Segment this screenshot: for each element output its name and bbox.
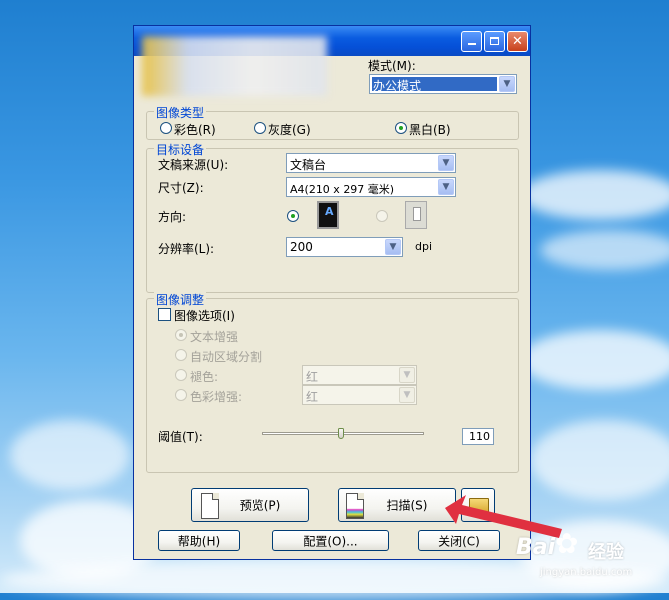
maximize-button[interactable]: [484, 31, 505, 52]
chevron-down-icon[interactable]: ▼: [399, 367, 415, 383]
color-enhance-value: 红: [306, 390, 319, 404]
image-type-title: 图像类型: [154, 104, 207, 121]
radio-color-label[interactable]: 彩色(R): [174, 121, 216, 138]
portrait-icon: A: [317, 201, 339, 229]
chevron-down-icon[interactable]: ▼: [438, 179, 454, 195]
auto-area-label[interactable]: 自动区域分割: [190, 348, 262, 365]
radio-bw-label[interactable]: 黑白(B): [409, 121, 451, 138]
landscape-icon: [405, 201, 427, 229]
cloud: [520, 330, 669, 390]
cloud: [0, 560, 669, 600]
chevron-down-icon[interactable]: ▼: [399, 387, 415, 403]
paw-icon: ✿: [555, 527, 579, 560]
minimize-icon: [467, 43, 476, 45]
radio-gray-label[interactable]: 灰度(G): [268, 121, 311, 138]
config-button[interactable]: 配置(O)...: [272, 530, 389, 551]
resolution-label: 分辨率(L):: [158, 242, 215, 256]
watermark-suffix: 经验: [588, 542, 624, 563]
size-value: A4(210 x 297 毫米): [290, 183, 395, 196]
threshold-input[interactable]: 110: [462, 428, 494, 445]
maximize-icon: [490, 37, 499, 45]
image-option-label[interactable]: 图像选项(I): [174, 307, 235, 324]
pointer-arrow-icon: [445, 495, 562, 538]
size-select[interactable]: A4(210 x 297 毫米) ▼: [286, 177, 456, 197]
watermark-brand: Bai: [516, 535, 556, 560]
cloud: [540, 230, 669, 270]
minimize-button[interactable]: [461, 31, 482, 52]
preview-button[interactable]: 预览(P): [191, 488, 309, 522]
mode-label: 模式(M):: [368, 59, 416, 73]
image-adjust-title: 图像调整: [154, 291, 207, 308]
radio-color-enhance[interactable]: [175, 389, 187, 401]
color-enhance-select[interactable]: 红 ▼: [302, 385, 417, 405]
source-label: 文稿来源(U):: [158, 158, 229, 172]
dropout-value: 红: [306, 370, 319, 384]
mode-value: 办公模式: [373, 79, 422, 93]
chevron-down-icon[interactable]: ▼: [438, 155, 454, 171]
dropout-select[interactable]: 红 ▼: [302, 365, 417, 385]
dropout-label[interactable]: 褪色:: [190, 368, 218, 385]
scan-button-label: 扫描(S): [386, 498, 428, 513]
blurred-logo: [142, 36, 327, 96]
radio-text-enhance[interactable]: [175, 329, 187, 341]
cloud: [10, 420, 130, 490]
scan-dialog: ✕ 模式(M): 办公模式 ▼ 图像类型 彩色(R) 灰度(G) 黑白(B) 目…: [133, 25, 531, 560]
scan-button[interactable]: 扫描(S): [338, 488, 456, 522]
radio-color[interactable]: [160, 122, 172, 134]
radio-bw[interactable]: [395, 122, 407, 134]
radio-gray[interactable]: [254, 122, 266, 134]
radio-dropout[interactable]: [175, 369, 187, 381]
cloud: [520, 170, 669, 220]
preview-button-label: 预览(P): [239, 498, 281, 513]
text-enhance-label[interactable]: 文本增强: [190, 328, 238, 345]
source-select[interactable]: 文稿台 ▼: [286, 153, 456, 173]
source-value: 文稿台: [290, 158, 327, 172]
help-button[interactable]: 帮助(H): [158, 530, 240, 551]
size-label: 尺寸(Z):: [158, 181, 204, 195]
chevron-down-icon[interactable]: ▼: [385, 239, 401, 255]
radio-auto-area[interactable]: [175, 349, 187, 361]
config-button-label: 配置(O)...: [303, 534, 358, 548]
help-button-label: 帮助(H): [177, 534, 221, 548]
cloud: [530, 420, 669, 500]
chevron-down-icon[interactable]: ▼: [499, 76, 515, 92]
image-option-checkbox[interactable]: [158, 308, 171, 321]
resolution-unit: dpi: [415, 240, 433, 253]
radio-portrait[interactable]: [287, 210, 299, 222]
threshold-slider-thumb[interactable]: [338, 428, 345, 439]
threshold-label: 阈值(T):: [158, 430, 203, 444]
close-window-button[interactable]: ✕: [507, 31, 528, 52]
resolution-select[interactable]: 200 ▼: [286, 237, 403, 257]
close-icon: ✕: [512, 34, 523, 49]
radio-landscape[interactable]: [376, 210, 388, 222]
mode-select[interactable]: 办公模式 ▼: [369, 74, 517, 94]
orientation-label: 方向:: [158, 210, 187, 224]
color-enhance-label[interactable]: 色彩增强:: [190, 388, 242, 405]
resolution-value: 200: [290, 240, 313, 254]
watermark-url: jingyan.baidu.com: [540, 567, 633, 578]
